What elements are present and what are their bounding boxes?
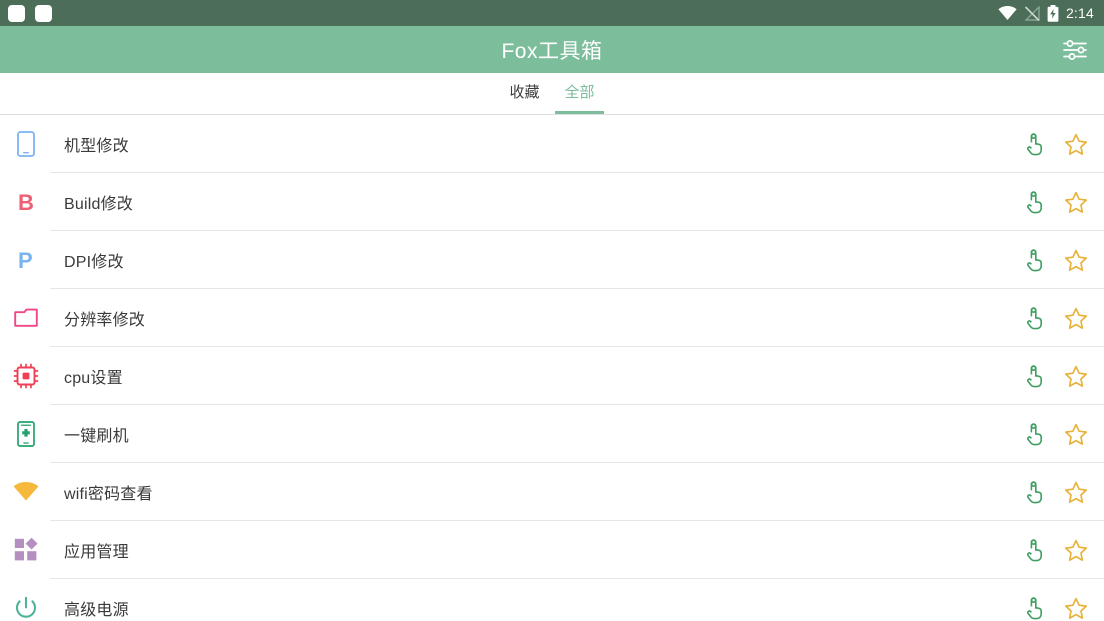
touch-app-icon[interactable] — [1022, 188, 1050, 216]
svg-text:P: P — [18, 248, 33, 273]
tab-label: 全部 — [564, 83, 595, 101]
touch-app-icon[interactable] — [1022, 536, 1050, 564]
star-outline-icon[interactable] — [1062, 304, 1090, 332]
touch-app-icon[interactable] — [1022, 130, 1050, 158]
tab-bar: 收藏 全部 — [0, 73, 1104, 115]
list-item-actions — [1022, 362, 1090, 390]
star-outline-icon[interactable] — [1062, 246, 1090, 274]
list-item-label: wifi密码查看 — [64, 486, 153, 503]
wifi-icon — [998, 5, 1017, 21]
wifi-filled-icon — [12, 478, 40, 506]
list-item-label: cpu设置 — [64, 370, 123, 387]
tune-icon[interactable] — [1058, 33, 1092, 67]
touch-app-icon[interactable] — [1022, 304, 1050, 332]
tab-favorites[interactable]: 收藏 — [497, 72, 552, 114]
status-bar-clock: 2:14 — [1065, 4, 1094, 21]
apps-grid-icon — [12, 536, 40, 564]
notification-square-icon — [8, 4, 25, 22]
list-item[interactable]: 机型修改 — [0, 115, 1104, 173]
list-item[interactable]: 应用管理 — [0, 521, 1104, 579]
list-item-actions — [1022, 594, 1090, 621]
smartphone-icon — [12, 130, 40, 158]
star-outline-icon[interactable] — [1062, 362, 1090, 390]
touch-app-icon[interactable] — [1022, 420, 1050, 448]
list-item[interactable]: 一键刷机 — [0, 405, 1104, 463]
list-item-label: 高级电源 — [64, 602, 129, 619]
list-item[interactable]: B Build修改 — [0, 173, 1104, 231]
list-item-actions — [1022, 130, 1090, 158]
touch-app-icon[interactable] — [1022, 362, 1050, 390]
star-outline-icon[interactable] — [1062, 536, 1090, 564]
app-bar: Fox工具箱 — [0, 26, 1104, 73]
list-item-actions — [1022, 420, 1090, 448]
touch-app-icon[interactable] — [1022, 594, 1050, 621]
star-outline-icon[interactable] — [1062, 478, 1090, 506]
list-item-actions — [1022, 246, 1090, 274]
status-bar: 2:14 — [0, 0, 1104, 26]
list-item-label: 应用管理 — [64, 544, 129, 561]
power-icon — [12, 594, 40, 621]
tab-label: 收藏 — [509, 83, 540, 101]
letter-b-icon: B — [12, 188, 40, 216]
notification-square-icon — [35, 4, 52, 22]
list-item[interactable]: wifi密码查看 — [0, 463, 1104, 521]
list-item[interactable]: 分辨率修改 — [0, 289, 1104, 347]
list-item[interactable]: 高级电源 — [0, 579, 1104, 621]
list-item-actions — [1022, 478, 1090, 506]
list-item[interactable]: cpu设置 — [0, 347, 1104, 405]
screen-rect-icon — [12, 304, 40, 332]
touch-app-icon[interactable] — [1022, 478, 1050, 506]
star-outline-icon[interactable] — [1062, 420, 1090, 448]
list-item-label: 分辨率修改 — [64, 312, 146, 329]
svg-text:B: B — [18, 190, 34, 215]
app-root: 2:14 Fox工具箱 收藏 全部 机型修改 B Build修改 P DPI修改… — [0, 0, 1104, 621]
list-item-label: Build修改 — [64, 196, 133, 213]
phone-flash-icon — [12, 420, 40, 448]
list-item[interactable]: P DPI修改 — [0, 231, 1104, 289]
star-outline-icon[interactable] — [1062, 594, 1090, 621]
list-item-actions — [1022, 304, 1090, 332]
battery-charging-icon — [1047, 4, 1059, 22]
status-bar-left — [8, 4, 52, 22]
star-outline-icon[interactable] — [1062, 130, 1090, 158]
list-item-actions — [1022, 188, 1090, 216]
signal-off-icon — [1024, 5, 1040, 21]
touch-app-icon[interactable] — [1022, 246, 1050, 274]
cpu-chip-icon — [12, 362, 40, 390]
page-title: Fox工具箱 — [501, 39, 603, 63]
letter-p-icon: P — [12, 246, 40, 274]
list-item-actions — [1022, 536, 1090, 564]
status-bar-right: 2:14 — [998, 4, 1094, 22]
list-item-label: 机型修改 — [64, 138, 129, 155]
tool-list: 机型修改 B Build修改 P DPI修改 分辨率修改 cpu设置 一键刷机 … — [0, 115, 1104, 621]
tab-all[interactable]: 全部 — [552, 72, 607, 114]
list-item-label: DPI修改 — [64, 254, 124, 271]
list-item-label: 一键刷机 — [64, 428, 129, 445]
star-outline-icon[interactable] — [1062, 188, 1090, 216]
